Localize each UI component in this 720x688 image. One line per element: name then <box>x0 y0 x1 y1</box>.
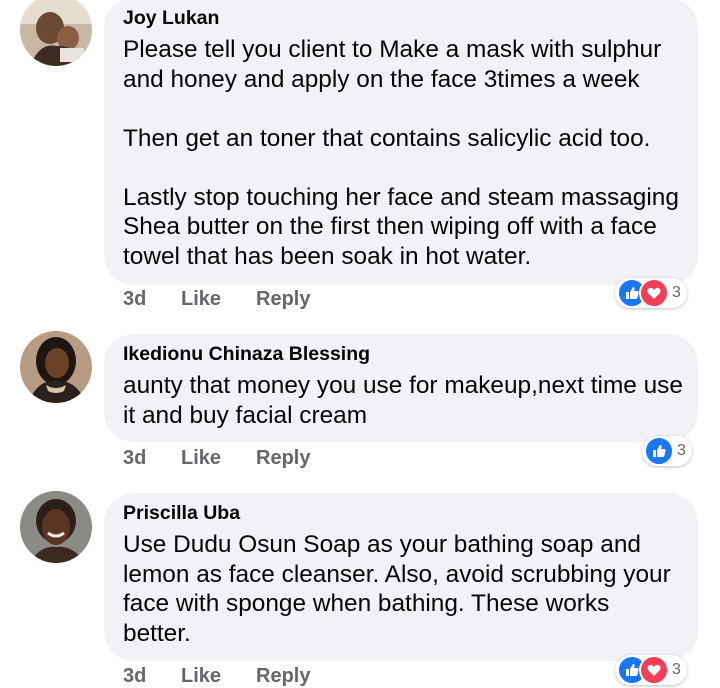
reaction-summary[interactable]: 3 <box>615 655 687 685</box>
timestamp[interactable]: 3d <box>123 446 146 470</box>
reply-button[interactable]: Reply <box>256 446 310 470</box>
reply-button[interactable]: Reply <box>256 287 310 311</box>
heart-icon <box>639 655 669 685</box>
comment-line: lemon as face cleanser. Also, avoid scru… <box>123 560 671 588</box>
thumbs-up-icon <box>644 436 674 466</box>
comment-paragraph: Use Dudu Osun Soap as your bathing soap … <box>123 530 678 648</box>
comment-paragraph: Lastly stop touching her face and steam … <box>123 183 679 272</box>
comment-paragraph: aunty that money you use for makeup,next… <box>123 371 683 430</box>
avatar[interactable] <box>20 331 92 403</box>
comment-author[interactable]: Ikedionu Chinaza Blessing <box>123 343 678 365</box>
comment-line: Shea butter on the first then wiping off… <box>123 213 657 240</box>
comment-line: face with sponge when bathing. These wor… <box>123 590 610 617</box>
comment-paragraph: Then get an toner that contains salicyli… <box>123 124 678 154</box>
avatar[interactable] <box>20 491 92 563</box>
comment-line: Please tell you client to Make a mask wi… <box>123 36 662 63</box>
comment-line: Use Dudu Osun Soap as your bathing soap … <box>123 531 641 558</box>
reaction-count: 3 <box>677 442 686 459</box>
timestamp[interactable]: 3d <box>123 287 146 311</box>
reaction-summary[interactable]: 3 <box>615 278 687 308</box>
like-button[interactable]: Like <box>181 287 221 311</box>
avatar[interactable] <box>20 0 92 66</box>
comment-line: Then get an toner that contains salicyli… <box>123 124 651 152</box>
reaction-count: 3 <box>672 284 681 301</box>
reaction-count: 3 <box>672 661 681 678</box>
comment-bubble: Joy Lukan Please tell you client to Make… <box>104 0 698 285</box>
comment-line: Lastly stop touching her face and steam … <box>123 183 679 211</box>
comment-line: aunty that money you use for makeup,next… <box>123 372 683 399</box>
comment-line: and honey and apply on the face 3times a… <box>123 65 640 93</box>
comment-line: it and buy facial cream <box>123 401 368 429</box>
comment-line: towel that has been soak in hot water. <box>123 242 532 270</box>
heart-icon <box>639 278 669 308</box>
comment-bubble: Priscilla Uba Use Dudu Osun Soap as your… <box>104 493 698 661</box>
comment-bubble: Ikedionu Chinaza Blessing aunty that mon… <box>104 334 698 442</box>
like-button[interactable]: Like <box>181 446 221 470</box>
reaction-summary[interactable]: 3 <box>642 436 692 466</box>
timestamp[interactable]: 3d <box>123 664 146 688</box>
reply-button[interactable]: Reply <box>256 664 310 688</box>
comment-paragraph: Please tell you client to Make a mask wi… <box>123 35 678 94</box>
like-button[interactable]: Like <box>181 664 221 688</box>
comment-line: better. <box>123 619 191 647</box>
comment-author[interactable]: Priscilla Uba <box>123 502 678 524</box>
comment-author[interactable]: Joy Lukan <box>123 7 678 29</box>
